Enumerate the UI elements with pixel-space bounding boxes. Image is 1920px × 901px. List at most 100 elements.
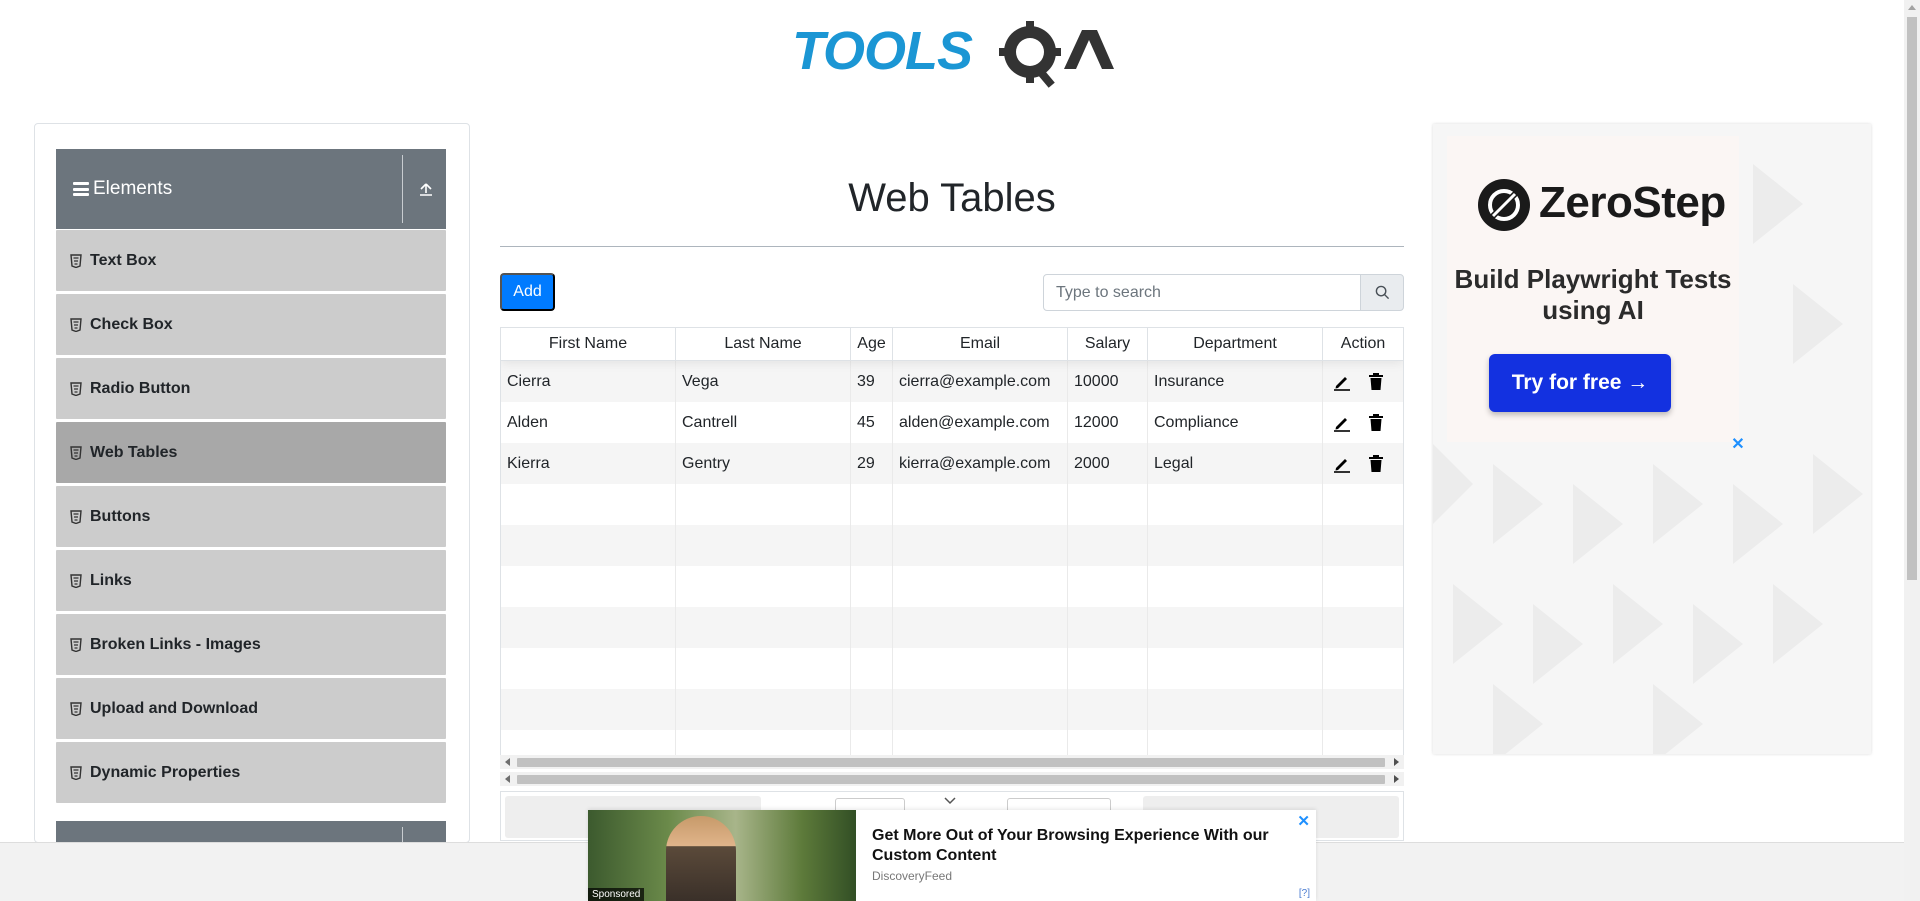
- delete-icon[interactable]: [1365, 372, 1387, 392]
- table-row-empty: [501, 730, 1403, 756]
- sidebar-item-buttons[interactable]: Buttons: [56, 486, 446, 547]
- scroll-up-arrow-icon[interactable]: [1908, 5, 1916, 10]
- sidebar-item-dynamic-properties[interactable]: Dynamic Properties: [56, 742, 446, 803]
- html5-icon: [70, 765, 82, 780]
- cell-email: cierra@example.com: [893, 361, 1068, 402]
- ad-photo: Sponsored: [588, 810, 856, 901]
- cell-age: 29: [851, 443, 893, 484]
- table-row: Alden Cantrell 45 alden@example.com 1200…: [501, 402, 1403, 443]
- delete-icon[interactable]: [1365, 413, 1387, 433]
- cell-first-name: Kierra: [501, 443, 676, 484]
- add-button[interactable]: Add: [500, 273, 555, 311]
- ad-card[interactable]: ZeroStep Build Playwright Tests using AI…: [1447, 136, 1739, 442]
- edit-icon[interactable]: [1331, 372, 1353, 392]
- search-input[interactable]: [1043, 274, 1361, 311]
- cell-department: Insurance: [1148, 361, 1323, 402]
- cell-first-name: Alden: [501, 402, 676, 443]
- html5-icon: [70, 509, 82, 524]
- sidebar-item-links[interactable]: Links: [56, 550, 446, 611]
- toolsqa-logo[interactable]: TOOLS: [792, 16, 1114, 90]
- delete-icon[interactable]: [1365, 454, 1387, 474]
- sidebar-item-broken-links[interactable]: Broken Links - Images: [56, 614, 446, 675]
- right-advertisement[interactable]: ZeroStep Build Playwright Tests using AI…: [1433, 124, 1871, 754]
- sidebar-item-label: Dynamic Properties: [90, 763, 241, 781]
- ad-headline: Build Playwright Tests using AI: [1454, 264, 1732, 325]
- next-group-header[interactable]: [56, 821, 446, 842]
- sidebar-item-label: Radio Button: [90, 379, 191, 397]
- header-divider: [402, 827, 403, 842]
- cell-age: 39: [851, 361, 893, 402]
- html5-icon: [70, 701, 82, 716]
- page-vertical-scrollbar[interactable]: [1904, 0, 1920, 901]
- sidebar-item-label: Links: [90, 571, 132, 589]
- cell-action: [1323, 402, 1403, 443]
- cell-last-name: Cantrell: [676, 402, 851, 443]
- column-header-last-name[interactable]: Last Name: [676, 328, 851, 360]
- cell-email: kierra@example.com: [893, 443, 1068, 484]
- html5-icon: [70, 253, 82, 268]
- table-row-empty: [501, 689, 1403, 730]
- ad-brand: ZeroStep: [1539, 178, 1726, 227]
- collapse-arrow-icon[interactable]: [418, 181, 434, 197]
- column-header-first-name[interactable]: First Name: [501, 328, 676, 360]
- table-row: Cierra Vega 39 cierra@example.com 10000 …: [501, 361, 1403, 402]
- edit-icon[interactable]: [1331, 454, 1353, 474]
- chevron-down-icon[interactable]: [944, 797, 956, 805]
- bottom-advertisement[interactable]: Sponsored Get More Out of Your Browsing …: [588, 810, 1316, 901]
- sidebar-item-label: Web Tables: [90, 443, 178, 461]
- cell-last-name: Vega: [676, 361, 851, 402]
- table-horizontal-scrollbar[interactable]: [500, 755, 1404, 769]
- sidebar-item-radio-button[interactable]: Radio Button: [56, 358, 446, 419]
- html5-icon: [70, 637, 82, 652]
- edit-icon[interactable]: [1331, 413, 1353, 433]
- sidebar-item-text-box[interactable]: Text Box: [56, 230, 446, 291]
- table-row-empty: [501, 648, 1403, 689]
- group-title: Elements: [93, 178, 173, 199]
- title-divider: [500, 246, 1404, 247]
- scroll-right-arrow-icon[interactable]: [1394, 758, 1399, 766]
- html5-icon: [70, 573, 82, 588]
- column-header-salary[interactable]: Salary: [1068, 328, 1148, 360]
- scroll-left-arrow-icon[interactable]: [505, 775, 510, 783]
- ad-cta-button[interactable]: Try for free →: [1489, 354, 1671, 412]
- cell-action: [1323, 443, 1403, 484]
- cell-department: Compliance: [1148, 402, 1323, 443]
- scroll-right-arrow-icon[interactable]: [1394, 775, 1399, 783]
- sponsored-label: Sponsored: [588, 888, 645, 901]
- scroll-thumb[interactable]: [517, 775, 1385, 784]
- ad-close-icon[interactable]: ✕: [1297, 812, 1310, 830]
- svg-text:TOOLS: TOOLS: [792, 21, 973, 81]
- column-header-department[interactable]: Department: [1148, 328, 1323, 360]
- column-header-email[interactable]: Email: [893, 328, 1068, 360]
- table-header: First Name Last Name Age Email Salary De…: [501, 328, 1403, 361]
- sidebar-item-web-tables[interactable]: Web Tables: [56, 422, 446, 483]
- zerostep-logo-icon: [1478, 179, 1530, 231]
- column-header-age[interactable]: Age: [851, 328, 893, 360]
- table-horizontal-scrollbar-2[interactable]: [500, 772, 1404, 786]
- search-box: [1043, 274, 1404, 311]
- ad-bottom-headline[interactable]: Get More Out of Your Browsing Experience…: [872, 826, 1292, 866]
- sidebar-item-upload-download[interactable]: Upload and Download: [56, 678, 446, 739]
- scroll-left-arrow-icon[interactable]: [505, 758, 510, 766]
- left-panel: Elements Text Box Check Box Radio Button…: [34, 123, 470, 843]
- cell-age: 45: [851, 402, 893, 443]
- sidebar-item-label: Broken Links - Images: [90, 635, 261, 653]
- search-button[interactable]: [1360, 274, 1404, 311]
- ad-info-icon[interactable]: [?]: [1299, 888, 1310, 899]
- html5-icon: [70, 445, 82, 460]
- table-row: Kierra Gentry 29 kierra@example.com 2000…: [501, 443, 1403, 484]
- cell-department: Legal: [1148, 443, 1323, 484]
- ad-bottom-source: DiscoveryFeed: [872, 869, 953, 883]
- ad-close-icon[interactable]: ✕: [1731, 437, 1745, 453]
- ad-photo-person: [666, 816, 736, 901]
- web-table: First Name Last Name Age Email Salary De…: [500, 327, 1404, 757]
- toolsqa-logo-graphic: TOOLS: [792, 21, 1114, 88]
- scroll-thumb[interactable]: [1907, 17, 1917, 580]
- sidebar-item-check-box[interactable]: Check Box: [56, 294, 446, 355]
- sidebar-item-label: Text Box: [90, 251, 157, 269]
- hamburger-icon: [73, 182, 89, 196]
- elements-group-header[interactable]: Elements: [56, 149, 446, 229]
- sidebar-item-label: Upload and Download: [90, 699, 258, 717]
- scroll-thumb[interactable]: [517, 758, 1385, 767]
- header-divider: [402, 155, 403, 223]
